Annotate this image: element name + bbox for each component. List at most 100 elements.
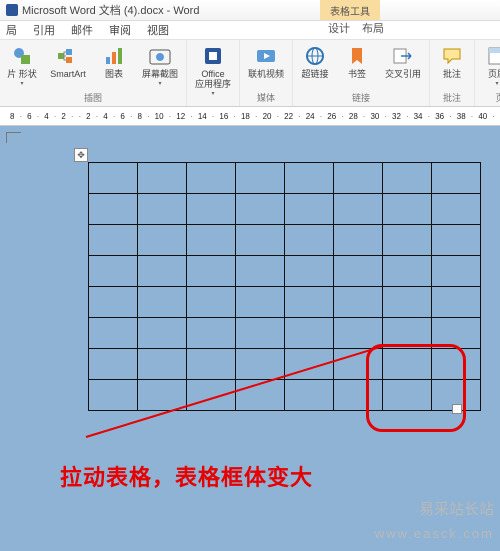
screenshot-button[interactable]: 屏幕截图▾ (138, 42, 182, 87)
table-cell[interactable] (138, 194, 187, 225)
table-cell[interactable] (138, 349, 187, 380)
hyperlink-button[interactable]: 超链接 (297, 42, 333, 80)
table-cell[interactable] (334, 194, 383, 225)
table-cell[interactable] (334, 256, 383, 287)
table-cell[interactable] (432, 194, 481, 225)
table-cell[interactable] (89, 349, 138, 380)
table-cell[interactable] (236, 163, 285, 194)
tab-view[interactable]: 视图 (147, 22, 169, 38)
window-title: Microsoft Word 文档 (4).docx - Word (22, 2, 199, 18)
table-cell[interactable] (138, 380, 187, 411)
table-cell[interactable] (285, 194, 334, 225)
table-cell[interactable] (187, 287, 236, 318)
shapes-button[interactable]: 片 形状▾ (4, 42, 40, 87)
group-media: 联机视频 媒体 (240, 40, 293, 106)
table-cell[interactable] (187, 163, 236, 194)
table-cell[interactable] (383, 256, 432, 287)
tab-table-layout[interactable]: 布局 (362, 20, 384, 36)
table-cell[interactable] (334, 287, 383, 318)
table-cell[interactable] (236, 349, 285, 380)
table-row (89, 287, 481, 318)
table-cell[interactable] (285, 287, 334, 318)
table-cell[interactable] (334, 318, 383, 349)
table-cell[interactable] (89, 225, 138, 256)
table-cell[interactable] (383, 194, 432, 225)
table-row (89, 256, 481, 287)
group-header-footer: 页眉▾ 页脚▾ 页眉和页脚 (475, 40, 500, 106)
ruler-tick: 14 (198, 112, 207, 121)
document-canvas[interactable]: ✥ 拉动表格，表格框体变大 易采站长站 www.easck.com (0, 126, 500, 551)
table-cell[interactable] (138, 256, 187, 287)
table-cell[interactable] (187, 380, 236, 411)
table-cell[interactable] (285, 256, 334, 287)
table-cell[interactable] (334, 163, 383, 194)
bookmark-label: 书签 (348, 70, 366, 80)
table-cell[interactable] (383, 225, 432, 256)
tab-review[interactable]: 审阅 (109, 22, 131, 38)
ruler-tick: · (19, 112, 22, 121)
table-cell[interactable] (187, 194, 236, 225)
table-cell[interactable] (138, 287, 187, 318)
table-cell[interactable] (285, 225, 334, 256)
chart-button[interactable]: 图表 (96, 42, 132, 80)
table-cell[interactable] (236, 287, 285, 318)
table-cell[interactable] (89, 318, 138, 349)
bookmark-button[interactable]: 书签 (339, 42, 375, 80)
ruler-tick: 8 (10, 112, 14, 121)
smartart-button[interactable]: SmartArt (46, 42, 90, 80)
table-cell[interactable] (334, 225, 383, 256)
table-cell[interactable] (89, 287, 138, 318)
table-cell[interactable] (285, 380, 334, 411)
ruler-tick: 30 (370, 112, 379, 121)
table-cell[interactable] (89, 256, 138, 287)
online-video-button[interactable]: 联机视频 (244, 42, 288, 80)
table-cell[interactable] (89, 380, 138, 411)
online-video-label: 联机视频 (248, 70, 284, 80)
table-cell[interactable] (236, 256, 285, 287)
table-cell[interactable] (187, 318, 236, 349)
table-cell[interactable] (432, 256, 481, 287)
table-cell[interactable] (383, 287, 432, 318)
table-cell[interactable] (187, 349, 236, 380)
table-cell[interactable] (187, 225, 236, 256)
table-cell[interactable] (383, 163, 432, 194)
ruler-tick: 36 (435, 112, 444, 121)
table-cell[interactable] (236, 318, 285, 349)
table-cell[interactable] (432, 225, 481, 256)
horizontal-ruler[interactable]: 8·6·4·2··2·4·6·8·10·12·14·16·18·20·22·24… (0, 107, 500, 126)
table-cell[interactable] (432, 287, 481, 318)
comment-button[interactable]: 批注 (434, 42, 470, 80)
table-cell[interactable] (285, 318, 334, 349)
ruler-tick: · (341, 112, 344, 121)
table-cell[interactable] (285, 163, 334, 194)
table-cell[interactable] (89, 194, 138, 225)
table-cell[interactable] (187, 256, 236, 287)
ruler-tick: · (190, 112, 193, 121)
tab-table-design[interactable]: 设计 (328, 20, 350, 36)
table-cell[interactable] (236, 225, 285, 256)
tab-mailings[interactable]: 邮件 (71, 22, 93, 38)
ruler-tick: · (37, 112, 40, 121)
table-cell[interactable] (138, 318, 187, 349)
tab-layout-partial[interactable]: 局 (6, 22, 17, 38)
crossref-button[interactable]: 交叉引用 (381, 42, 425, 80)
ruler-tick: 2 (61, 112, 65, 121)
table-cell[interactable] (89, 163, 138, 194)
ruler-tick: · (169, 112, 172, 121)
dropdown-icon: ▾ (158, 81, 161, 88)
group-label-comments: 批注 (443, 91, 461, 104)
ruler-tick: · (147, 112, 150, 121)
header-button[interactable]: 页眉▾ (479, 42, 500, 87)
chart-label: 图表 (105, 70, 123, 80)
table-cell[interactable] (138, 163, 187, 194)
crossref-label: 交叉引用 (385, 70, 421, 80)
table-cell[interactable] (138, 225, 187, 256)
table-row (89, 194, 481, 225)
ruler-tick: 40 (478, 112, 487, 121)
table-move-handle[interactable]: ✥ (74, 148, 88, 162)
table-cell[interactable] (432, 163, 481, 194)
table-cell[interactable] (236, 194, 285, 225)
office-apps-button[interactable]: Office 应用程序▾ (191, 42, 235, 97)
table-row (89, 225, 481, 256)
tab-references[interactable]: 引用 (33, 22, 55, 38)
